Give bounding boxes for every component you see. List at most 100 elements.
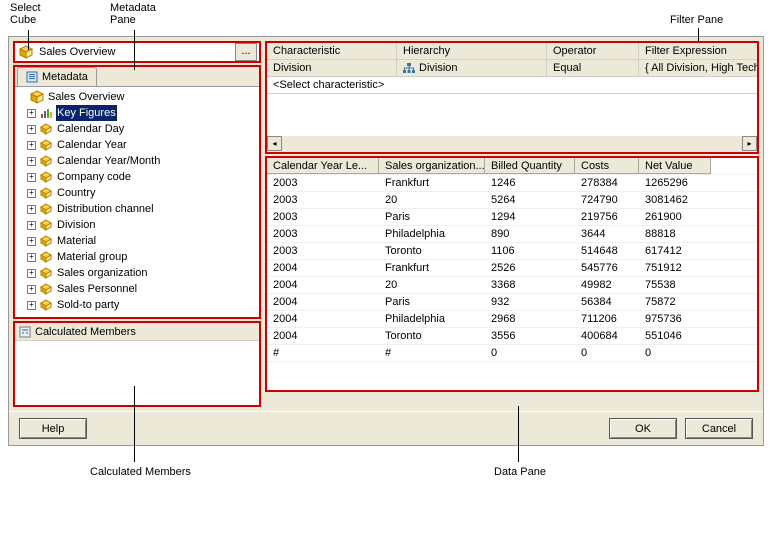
dimension-icon bbox=[39, 170, 53, 184]
filter-header-characteristic[interactable]: Characteristic bbox=[267, 43, 397, 59]
expand-icon[interactable]: + bbox=[27, 157, 36, 166]
data-cell: 49982 bbox=[575, 277, 639, 293]
data-cell: # bbox=[379, 345, 485, 361]
data-row[interactable]: 2004Philadelphia2968711206975736 bbox=[267, 311, 757, 328]
calc-icon bbox=[19, 326, 31, 338]
data-row[interactable]: 2004Paris9325638475872 bbox=[267, 294, 757, 311]
data-cell: Paris bbox=[379, 294, 485, 310]
expand-icon[interactable]: + bbox=[27, 221, 36, 230]
data-cell: Philadelphia bbox=[379, 311, 485, 327]
cube-icon bbox=[30, 90, 44, 104]
data-header-cell[interactable]: Billed Quantity bbox=[485, 158, 575, 174]
browse-button[interactable]: ... bbox=[235, 43, 257, 61]
tab-metadata-label: Metadata bbox=[42, 71, 88, 83]
tab-metadata[interactable]: Metadata bbox=[17, 67, 97, 86]
data-cell: # bbox=[267, 345, 379, 361]
data-cell: 545776 bbox=[575, 260, 639, 276]
data-cell: 711206 bbox=[575, 311, 639, 327]
data-row[interactable]: 2004Toronto3556400684551046 bbox=[267, 328, 757, 345]
cancel-button[interactable]: Cancel bbox=[685, 418, 753, 439]
data-cell: 2004 bbox=[267, 328, 379, 344]
data-row[interactable]: 2003Philadelphia890364488818 bbox=[267, 226, 757, 243]
data-cell: 2003 bbox=[267, 226, 379, 242]
tree-item-label: Sales Personnel bbox=[56, 281, 138, 297]
data-header-cell[interactable]: Costs bbox=[575, 158, 639, 174]
data-row[interactable]: 20042033684998275538 bbox=[267, 277, 757, 294]
tree-root[interactable]: Sales Overview bbox=[17, 89, 257, 105]
tree-item[interactable]: +Key Figures bbox=[17, 105, 257, 121]
tree-item[interactable]: + Sales organization bbox=[17, 265, 257, 281]
data-row[interactable]: 20032052647247903081462 bbox=[267, 192, 757, 209]
expand-icon[interactable]: + bbox=[27, 125, 36, 134]
tree-item-label: Calendar Year bbox=[56, 137, 128, 153]
data-header-cell[interactable]: Net Value bbox=[639, 158, 711, 174]
scroll-left-icon[interactable]: ◂ bbox=[267, 136, 282, 151]
tree-item[interactable]: +Company code bbox=[17, 169, 257, 185]
dimension-icon bbox=[39, 266, 53, 280]
cube-icon bbox=[19, 45, 33, 59]
filter-scrollbar[interactable]: ◂ ▸ bbox=[267, 136, 757, 152]
tree-item[interactable]: +Division bbox=[17, 217, 257, 233]
expand-icon[interactable]: + bbox=[27, 141, 36, 150]
tree-item[interactable]: + Calendar Year bbox=[17, 137, 257, 153]
tree-item[interactable]: + Sold-to party bbox=[17, 297, 257, 313]
data-cell: 400684 bbox=[575, 328, 639, 344]
expand-icon[interactable]: + bbox=[27, 189, 36, 198]
filter-header-operator[interactable]: Operator bbox=[547, 43, 639, 59]
tree-item[interactable]: +Material group bbox=[17, 249, 257, 265]
help-button[interactable]: Help bbox=[19, 418, 87, 439]
filter-placeholder[interactable]: <Select characteristic> bbox=[267, 77, 390, 93]
ok-button[interactable]: OK bbox=[609, 418, 677, 439]
anno-metadata-pane: Metadata Pane bbox=[110, 2, 156, 26]
dimension-icon bbox=[39, 154, 53, 168]
filter-cell-expression[interactable]: { All Division, High Tech } bbox=[639, 60, 757, 76]
top-annotations: Select Cube Metadata Pane Filter Pane bbox=[0, 0, 772, 36]
tree-item[interactable]: +Distribution channel bbox=[17, 201, 257, 217]
data-cell: 551046 bbox=[639, 328, 711, 344]
data-header-cell[interactable]: Sales organization... bbox=[379, 158, 485, 174]
tree-item[interactable]: +Country bbox=[17, 185, 257, 201]
tree-item[interactable]: +Calendar Day bbox=[17, 121, 257, 137]
filter-cell-hierarchy[interactable]: Division bbox=[397, 60, 547, 76]
expand-icon[interactable]: + bbox=[27, 205, 36, 214]
tree-item-label: Sold-to party bbox=[56, 297, 120, 313]
data-cell: 75872 bbox=[639, 294, 711, 310]
filter-row[interactable]: Division Division Equal { All Division, … bbox=[267, 60, 757, 77]
data-cell: 0 bbox=[485, 345, 575, 361]
data-row[interactable]: ##000 bbox=[267, 345, 757, 362]
data-row[interactable]: 2003Frankfurt12462783841265296 bbox=[267, 175, 757, 192]
data-row[interactable]: 2003Toronto1106514648617412 bbox=[267, 243, 757, 260]
data-row[interactable]: 2004Frankfurt2526545776751912 bbox=[267, 260, 757, 277]
filter-header-hierarchy[interactable]: Hierarchy bbox=[397, 43, 547, 59]
filter-cell-operator[interactable]: Equal bbox=[547, 60, 639, 76]
data-cell: 261900 bbox=[639, 209, 711, 225]
data-cell: 2003 bbox=[267, 209, 379, 225]
expand-icon[interactable]: + bbox=[27, 109, 36, 118]
data-cell: 75538 bbox=[639, 277, 711, 293]
data-cell: 751912 bbox=[639, 260, 711, 276]
filter-header-expression[interactable]: Filter Expression bbox=[639, 43, 757, 59]
tree-item[interactable]: + Sales Personnel bbox=[17, 281, 257, 297]
button-bar: Help OK Cancel bbox=[9, 411, 763, 445]
tree-item-label: Sales organization bbox=[56, 265, 149, 281]
expand-icon[interactable]: + bbox=[27, 285, 36, 294]
data-cell: 2968 bbox=[485, 311, 575, 327]
data-header-cell[interactable]: Calendar Year Le... bbox=[267, 158, 379, 174]
calculated-members-pane: Calculated Members bbox=[13, 321, 261, 407]
expand-icon[interactable]: + bbox=[27, 269, 36, 278]
expand-icon[interactable]: + bbox=[27, 237, 36, 246]
filter-cell-characteristic[interactable]: Division bbox=[267, 60, 397, 76]
tree-item[interactable]: +Material bbox=[17, 233, 257, 249]
data-row[interactable]: 2003Paris1294219756261900 bbox=[267, 209, 757, 226]
metadata-pane: Metadata Sales Overview+Key Figures+Cale… bbox=[13, 65, 261, 319]
metadata-tree[interactable]: Sales Overview+Key Figures+Calendar Day+… bbox=[15, 87, 259, 317]
filter-pane: Characteristic Hierarchy Operator Filter… bbox=[265, 41, 759, 154]
scroll-right-icon[interactable]: ▸ bbox=[742, 136, 757, 151]
expand-icon[interactable]: + bbox=[27, 301, 36, 310]
expand-icon[interactable]: + bbox=[27, 173, 36, 182]
expand-icon[interactable]: + bbox=[27, 253, 36, 262]
filter-placeholder-row[interactable]: <Select characteristic> bbox=[267, 77, 757, 94]
data-cell: 2003 bbox=[267, 192, 379, 208]
tree-item[interactable]: +Calendar Year/Month bbox=[17, 153, 257, 169]
data-cell: 617412 bbox=[639, 243, 711, 259]
